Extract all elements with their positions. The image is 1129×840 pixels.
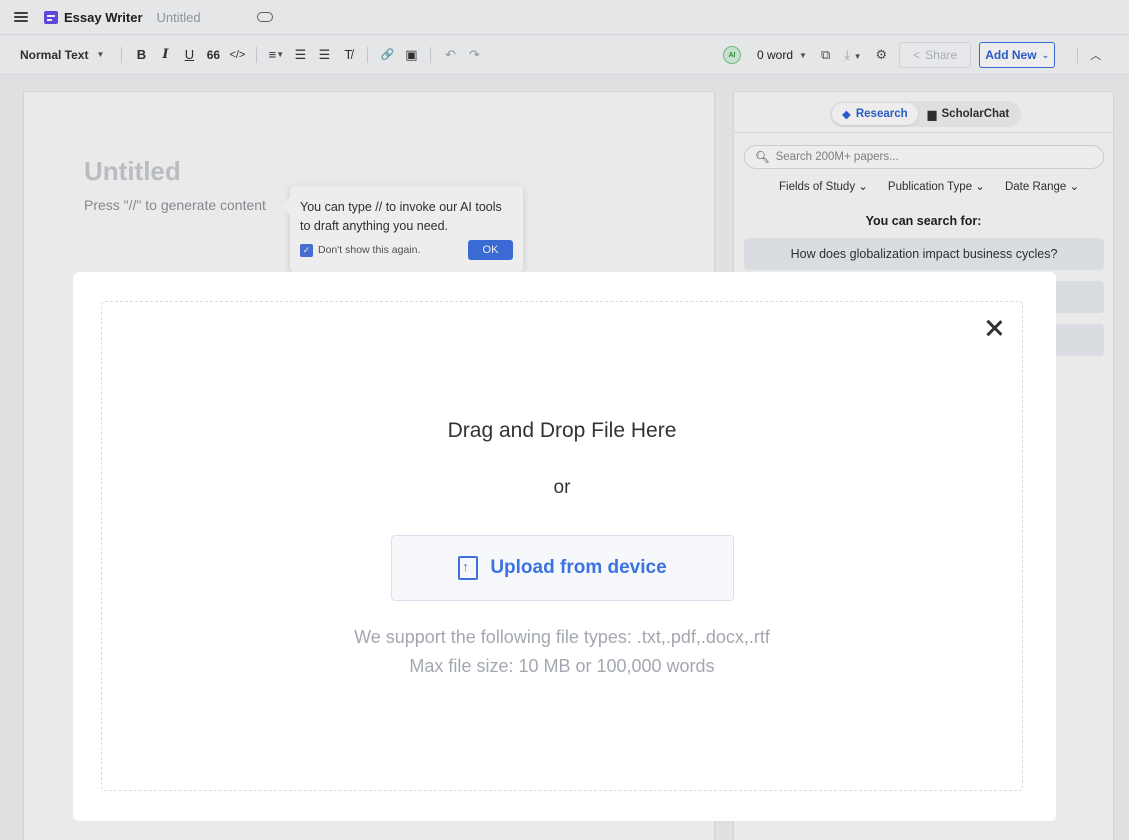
file-dropzone[interactable]: Drag and Drop File Here or Upload from d… — [101, 301, 1023, 791]
dropzone-or: or — [553, 477, 571, 498]
max-file-size: Max file size: 10 MB or 100,000 words — [409, 656, 715, 676]
file-upload-icon — [458, 556, 479, 580]
dropzone-title: Drag and Drop File Here — [447, 419, 677, 442]
file-requirements: We support the following file types: .tx… — [102, 623, 1022, 681]
close-icon[interactable] — [982, 316, 1006, 340]
upload-label: Upload from device — [490, 557, 667, 578]
supported-file-types: We support the following file types: .tx… — [354, 627, 770, 647]
upload-from-device-button[interactable]: Upload from device — [391, 535, 734, 601]
upload-modal: Drag and Drop File Here or Upload from d… — [73, 272, 1056, 821]
